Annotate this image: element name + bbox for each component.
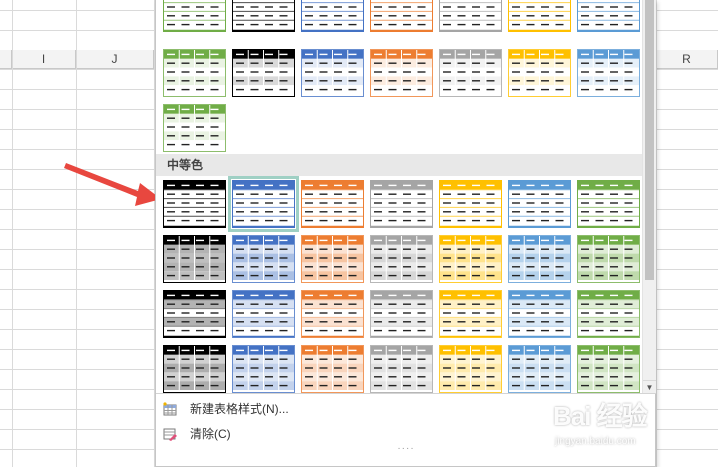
section-header-medium: 中等色 bbox=[156, 154, 642, 176]
scroll-down-arrow-icon[interactable]: ▼ bbox=[643, 380, 656, 393]
grid-vline bbox=[76, 0, 77, 467]
table-style-medium-row-3-col-2[interactable] bbox=[232, 290, 295, 338]
new-table-style-label: 新建表格样式(N)... bbox=[190, 402, 289, 416]
table-style-medium-row-1-col-5[interactable] bbox=[439, 180, 502, 228]
table-style-medium-row-4-col-7[interactable] bbox=[577, 345, 640, 393]
table-style-medium-row-1-col-3[interactable] bbox=[301, 180, 364, 228]
table-style-light-2-6[interactable] bbox=[508, 49, 571, 97]
table-style-medium-row-2-col-4[interactable] bbox=[370, 235, 433, 283]
table-style-medium-row-2-col-1[interactable] bbox=[163, 235, 226, 283]
table-style-medium-row-2-col-3[interactable] bbox=[301, 235, 364, 283]
table-style-light-1-5[interactable] bbox=[439, 0, 502, 32]
table-style-light-3-1[interactable] bbox=[163, 104, 226, 152]
table-style-medium-row-3-col-3[interactable] bbox=[301, 290, 364, 338]
table-style-light-1-6[interactable] bbox=[508, 0, 571, 32]
new-table-style-menu-item[interactable]: 新建表格样式(N)... bbox=[156, 397, 656, 421]
table-style-light-2-4[interactable] bbox=[370, 49, 433, 97]
column-header-r[interactable]: R bbox=[656, 50, 718, 69]
table-style-medium-row-1-col-7[interactable] bbox=[577, 180, 640, 228]
table-style-medium-row-4-col-6[interactable] bbox=[508, 345, 571, 393]
table-style-light-1-3[interactable] bbox=[301, 0, 364, 32]
clear-label: 清除(C) bbox=[190, 427, 231, 441]
table-style-medium-row-2-col-7[interactable] bbox=[577, 235, 640, 283]
table-style-light-2-3[interactable] bbox=[301, 49, 364, 97]
table-style-medium-row-2-col-6[interactable] bbox=[508, 235, 571, 283]
table-style-medium-row-4-col-2[interactable] bbox=[232, 345, 295, 393]
column-header-i[interactable]: I bbox=[12, 50, 76, 69]
table-style-light-2-1[interactable] bbox=[163, 49, 226, 97]
table-style-medium-row-3-col-6[interactable] bbox=[508, 290, 571, 338]
table-style-medium-row-1-col-6[interactable] bbox=[508, 180, 571, 228]
table-style-medium-row-3-col-1[interactable] bbox=[163, 290, 226, 338]
table-style-light-1-2[interactable] bbox=[232, 0, 295, 32]
table-style-medium-row-1-col-2[interactable] bbox=[228, 176, 299, 232]
column-header-j[interactable]: J bbox=[76, 50, 154, 69]
table-style-medium-row-3-col-7[interactable] bbox=[577, 290, 640, 338]
gallery-scroll-area[interactable]: 中等色 bbox=[156, 0, 642, 393]
scrollbar-thumb[interactable] bbox=[645, 0, 654, 280]
table-style-medium-row-4-col-4[interactable] bbox=[370, 345, 433, 393]
table-style-medium-row-1-col-1[interactable] bbox=[163, 180, 226, 228]
table-style-new-icon bbox=[163, 402, 177, 416]
table-style-light-2-2[interactable] bbox=[232, 49, 295, 97]
table-style-light-1-1[interactable] bbox=[163, 0, 226, 32]
column-header-prev[interactable] bbox=[0, 50, 12, 69]
table-style-medium-row-4-col-5[interactable] bbox=[439, 345, 502, 393]
table-style-medium-row-3-col-5[interactable] bbox=[439, 290, 502, 338]
menu-divider bbox=[156, 393, 656, 394]
table-style-medium-row-4-col-1[interactable] bbox=[163, 345, 226, 393]
table-style-light-1-7[interactable] bbox=[577, 0, 640, 32]
grid-vline bbox=[12, 0, 13, 467]
vertical-scrollbar[interactable]: ▼ bbox=[642, 0, 656, 393]
table-style-medium-row-2-col-5[interactable] bbox=[439, 235, 502, 283]
table-style-medium-row-2-col-2[interactable] bbox=[232, 235, 295, 283]
table-style-light-2-7[interactable] bbox=[577, 49, 640, 97]
table-style-medium-row-1-col-4[interactable] bbox=[370, 180, 433, 228]
table-style-light-2-5[interactable] bbox=[439, 49, 502, 97]
table-style-medium-row-3-col-4[interactable] bbox=[370, 290, 433, 338]
grid-vline bbox=[656, 0, 657, 467]
table-style-light-1-4[interactable] bbox=[370, 0, 433, 32]
table-style-medium-row-4-col-3[interactable] bbox=[301, 345, 364, 393]
resize-grip[interactable]: ···· bbox=[396, 444, 416, 454]
table-style-gallery: 中等色 ▼ 新建表格样式(N)... 清除(C) ···· bbox=[155, 0, 656, 467]
eraser-icon bbox=[163, 428, 177, 441]
